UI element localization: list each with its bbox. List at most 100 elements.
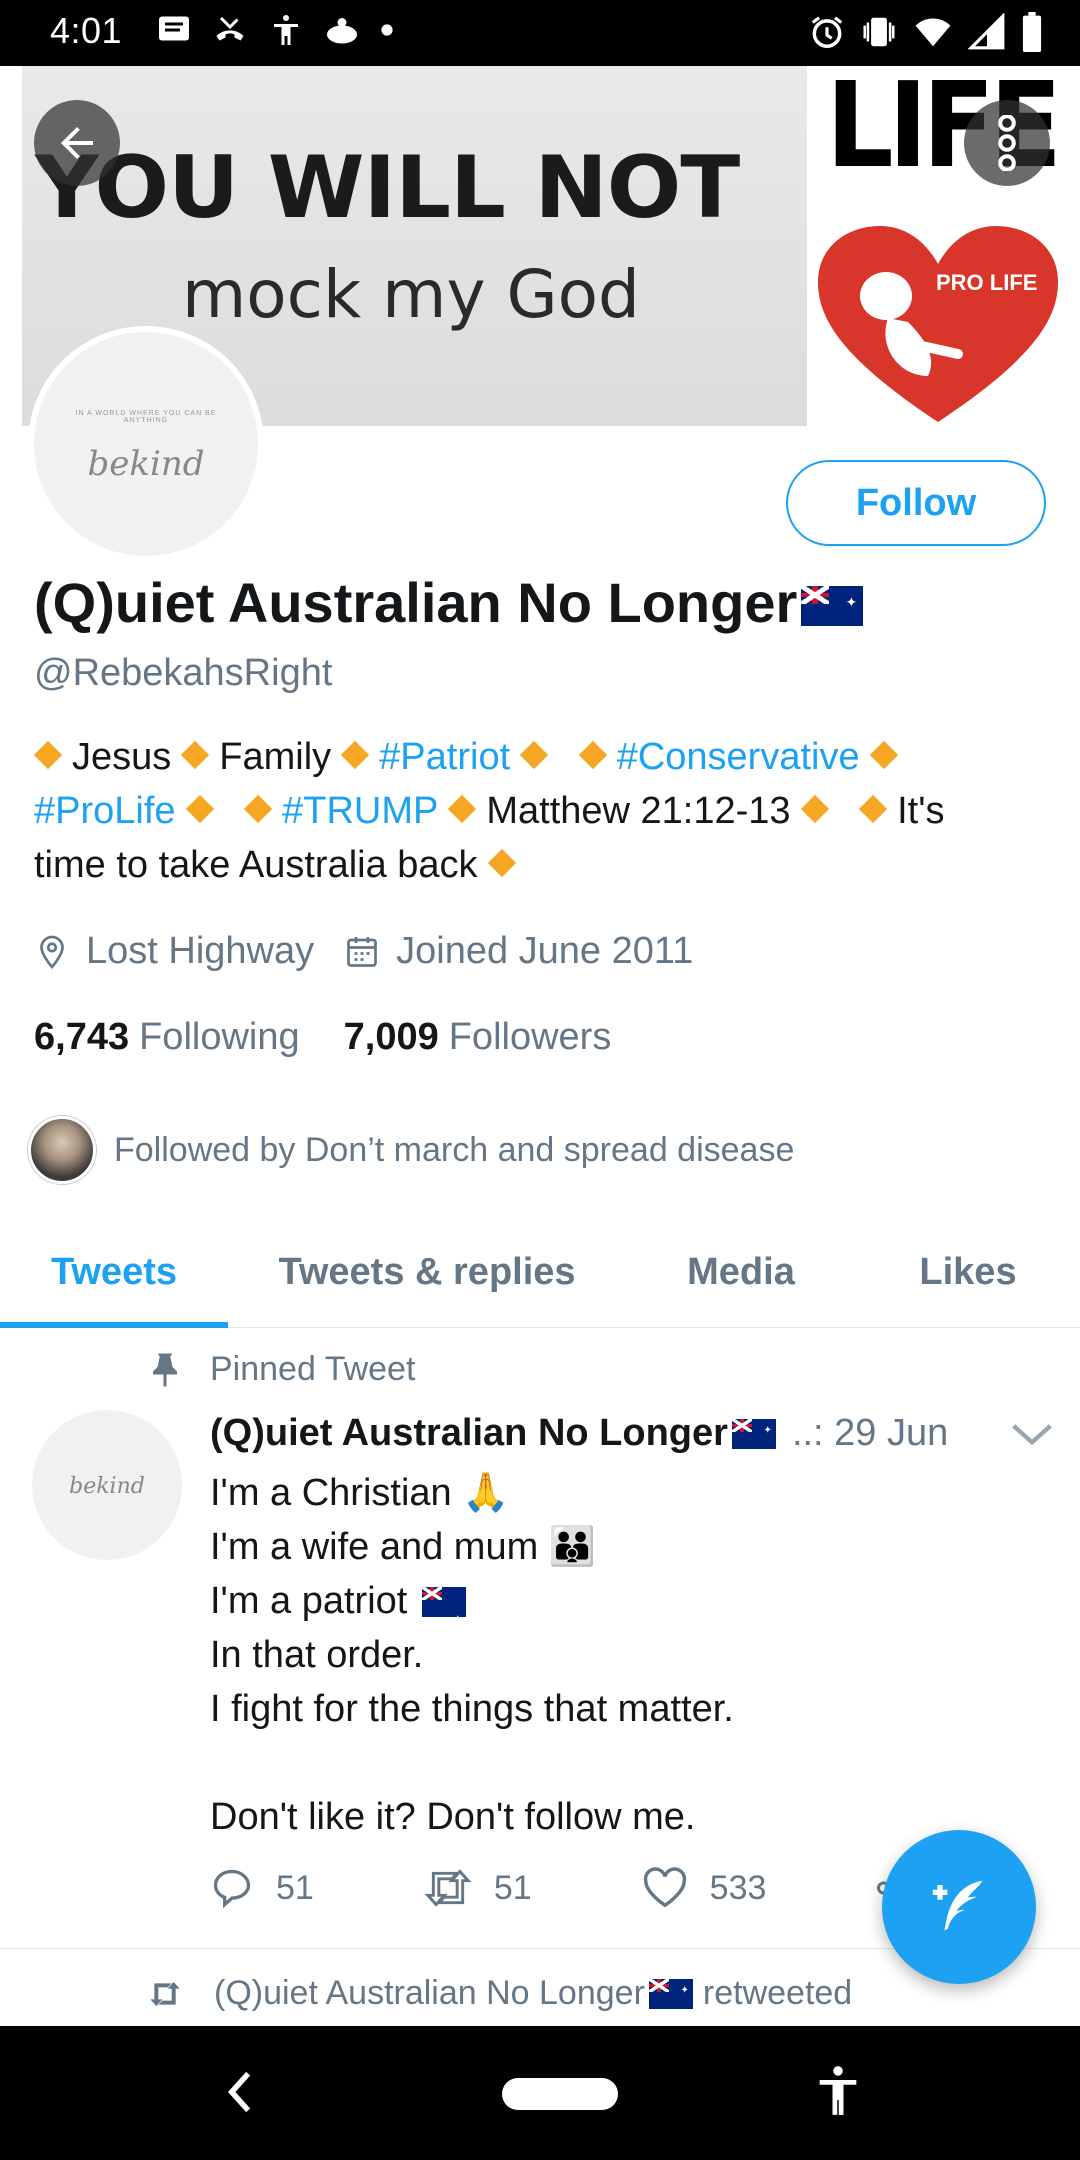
following-link[interactable]: 6,743 Following — [34, 1016, 300, 1059]
australia-flag-icon — [648, 1978, 693, 2009]
compose-feather-icon — [932, 1880, 983, 1931]
like-button[interactable]: 533 — [642, 1866, 767, 1910]
diamond-icon — [448, 794, 477, 824]
tweet-line: In that order. — [210, 1634, 424, 1676]
profile-handle: @RebekahsRight — [34, 652, 333, 694]
tweet-line: I'm a patriot — [210, 1574, 1050, 1647]
joined: Joined June 2011 — [344, 930, 693, 973]
alarm-icon — [811, 16, 843, 48]
retweeted-context: (Q)uiet Australian No Longer retweeted — [146, 1974, 852, 2013]
australia-flag-icon — [801, 586, 864, 626]
hashtag-link[interactable]: #Patriot — [379, 736, 510, 778]
australia-flag-icon — [421, 1587, 466, 1647]
nav-back-icon[interactable] — [224, 2070, 254, 2114]
like-count: 533 — [709, 1868, 767, 1907]
profile-name: (Q)uiet Australian No Longer — [34, 570, 864, 635]
diamond-icon — [181, 740, 210, 770]
tweet-author-name[interactable]: (Q)uiet Australian No Longer — [210, 1412, 728, 1455]
tab-tweets-replies[interactable]: Tweets & replies — [228, 1218, 626, 1327]
bio-text: Family — [219, 736, 332, 778]
reply-button[interactable]: 51 — [210, 1866, 314, 1910]
hashtag-link[interactable]: #Conservative — [617, 736, 860, 778]
joined-text: Joined June 2011 — [396, 930, 694, 972]
tab-tweets[interactable]: Tweets — [0, 1218, 228, 1328]
avatar-script-text: bekind — [69, 1474, 145, 1499]
message-icon — [159, 16, 189, 41]
tab-label: Tweets — [50, 1251, 177, 1293]
tab-media[interactable]: Media — [626, 1218, 856, 1327]
tweet-line: I'm a Christian 🙏 — [210, 1472, 510, 1514]
retweeted-suffix: retweeted — [702, 1974, 853, 2012]
back-button[interactable] — [34, 100, 120, 186]
diamond-icon — [487, 848, 516, 878]
tweet-line: Don't like it? Don't follow me. — [210, 1796, 696, 1838]
profile-meta: Lost Highway Joined June 2011 — [34, 930, 723, 973]
bio-text: It's — [897, 790, 945, 832]
calendar-icon — [347, 936, 377, 967]
diamond-icon — [858, 794, 888, 824]
cloud-icon — [327, 18, 357, 44]
profile-tabs: Tweets Tweets & replies Media Likes — [0, 1218, 1080, 1328]
followers-link[interactable]: 7,009 Followers — [344, 1016, 612, 1059]
system-icons — [808, 12, 1044, 52]
battery-icon — [1022, 12, 1042, 52]
compose-tweet-button[interactable] — [882, 1830, 1036, 1984]
bio-text: time to take Australia back — [34, 844, 478, 886]
signal-icon — [968, 13, 1005, 50]
diamond-icon — [578, 740, 607, 770]
follow-counts: 6,743 Following 7,009 Followers — [34, 1016, 655, 1059]
system-nav-bar — [0, 2026, 1080, 2160]
follow-button[interactable]: Follow — [786, 460, 1046, 546]
tweet-actions: 51 51 533 — [210, 1866, 928, 1910]
arrow-left-icon — [61, 127, 93, 159]
avatar-tiny-text: IN A WORLD WHERE YOU CAN BE ANYTHING — [75, 410, 217, 424]
hashtag-link[interactable]: #TRUMP — [282, 790, 438, 832]
missed-call-icon — [216, 16, 244, 41]
prolife-text: PRO LIFE — [936, 270, 1037, 295]
followed-by-text: Followed by Don’t march and spread disea… — [114, 1130, 795, 1169]
diamond-icon — [519, 740, 549, 770]
status-time: 4:01 — [50, 10, 123, 51]
prolife-heart-icon: PRO LIFE — [818, 226, 1058, 422]
accessibility-icon[interactable] — [816, 2064, 860, 2118]
heart-icon — [643, 1867, 686, 1908]
retweet-count: 51 — [493, 1868, 532, 1907]
hashtag-link[interactable]: #ProLife — [34, 790, 176, 832]
pin-icon — [153, 1353, 177, 1386]
followers-label: Followers — [448, 1016, 612, 1058]
followed-by[interactable]: Followed by Don’t march and spread disea… — [28, 1116, 794, 1184]
location-text: Lost Highway — [86, 930, 315, 972]
diamond-icon — [869, 740, 898, 770]
tweet-line: I'm a wife and mum 👪 — [210, 1526, 597, 1568]
location: Lost Highway — [34, 930, 314, 973]
retweet-icon — [150, 1981, 180, 2006]
avatar-image: IN A WORLD WHERE YOU CAN BE ANYTHING bek… — [34, 332, 258, 556]
retweet-button[interactable]: 51 — [424, 1866, 532, 1910]
notification-icons — [156, 12, 394, 48]
profile-avatar[interactable]: IN A WORLD WHERE YOU CAN BE ANYTHING bek… — [28, 326, 264, 562]
tab-label: Media — [687, 1251, 795, 1293]
reply-count: 51 — [276, 1868, 314, 1907]
profile-name-text: (Q)uiet Australian No Longer — [34, 571, 798, 634]
wifi-icon — [915, 18, 951, 47]
profile-bio: Jesus Family #Patriot #Conservative #ProLi… — [33, 730, 1054, 892]
banner-text-line1: YOU WILL NOT — [35, 138, 740, 238]
tab-likes[interactable]: Likes — [856, 1218, 1080, 1327]
chevron-down-icon[interactable] — [1010, 1420, 1054, 1450]
accessibility-icon — [274, 15, 298, 45]
following-count: 6,743 — [34, 1016, 130, 1058]
diamond-icon — [800, 794, 829, 824]
follower-avatar — [28, 1116, 96, 1184]
more-options-button[interactable] — [964, 100, 1050, 186]
avatar-script-text: bekind — [87, 444, 205, 484]
bio-text: Jesus — [72, 736, 172, 778]
pinned-tweet-label: Pinned Tweet — [150, 1350, 415, 1389]
tweet-date: ..: 29 Jun — [791, 1412, 949, 1454]
diamond-icon — [341, 740, 370, 770]
nav-home-button[interactable] — [502, 2078, 618, 2110]
tab-label: Likes — [919, 1251, 1017, 1293]
status-bar: 4:01 — [0, 0, 1080, 66]
tweet-line — [210, 1736, 1050, 1790]
tweet-author-avatar[interactable]: bekind — [32, 1410, 182, 1560]
banner-text-line2: mock my God — [182, 256, 640, 333]
